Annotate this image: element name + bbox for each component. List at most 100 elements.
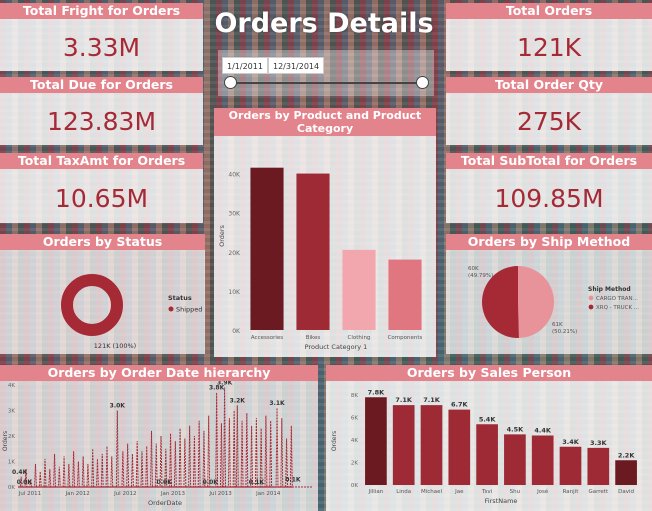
x-tick-label: Jan 2013: [160, 491, 186, 497]
chart-title: Orders by Status: [0, 234, 205, 250]
x-tick-label: Clothing: [348, 335, 371, 341]
bar-accessories: [250, 167, 284, 330]
data-label: 7.1K: [395, 396, 413, 404]
x-tick-label: Jul 2011: [18, 491, 41, 497]
ship-chart-panel: Orders by Ship Method 60K (49.79%) 61K (50.…: [446, 234, 652, 354]
kpi-value: 109.85M: [494, 184, 604, 213]
date-slicer: 1/1/2011 12/31/2014: [218, 50, 434, 96]
x-tick-label: José: [536, 488, 549, 495]
data-label: 7.8K: [368, 388, 386, 396]
x-tick-label: Jul 2013: [208, 491, 232, 497]
slider-track[interactable]: [230, 82, 422, 84]
x-axis-label: OrderDate: [148, 499, 182, 507]
kpi-card-freight: Total Fright for Orders 3.33M: [0, 3, 203, 71]
salesperson-chart-panel: Orders by Sales Person 0K 2K 4K 6K 8K 7.8K Jil…: [326, 365, 652, 511]
kpi-title: Total Orders: [446, 3, 652, 19]
x-tick-label: Components: [388, 335, 423, 341]
pie-slice-0: [518, 266, 555, 338]
slice-pct-label: (50.21%): [552, 329, 577, 335]
chart-title: Orders by Order Date hierarchy: [0, 365, 318, 381]
x-tick-label: Ranjit: [563, 489, 580, 495]
x-tick-label: Jul 2012: [113, 491, 136, 497]
product-bar-chart: 0K 10K 20K 30K 40K Accessories Bikes Clothing Co…: [218, 167, 423, 351]
data-label: 3.9K: [217, 381, 233, 387]
slider-end-handle[interactable]: [416, 76, 429, 89]
data-label: 0.0K: [157, 479, 173, 486]
data-label: 3.4K: [562, 438, 580, 446]
kpi-value: 121K: [516, 33, 582, 62]
data-label: 3.1K: [269, 400, 285, 407]
y-tick-label: 2K: [351, 461, 358, 467]
x-tick-label: Garrett: [588, 489, 608, 495]
y-tick-label: 8K: [351, 393, 358, 399]
x-tick-label: Jan 2014: [255, 491, 281, 497]
kpi-card-orders: Total Orders 121K: [446, 3, 652, 71]
x-axis-label: FirstName: [485, 497, 518, 505]
y-tick-label: 10K: [228, 289, 241, 296]
kpi-value: 123.83M: [46, 107, 157, 136]
legend-item: CARGO TRAN...: [596, 296, 638, 302]
date-chart-panel: Orders by Order Date hierarchy 0K 1K 2K 3K 4…: [0, 365, 318, 511]
data-label: 3.0K: [110, 403, 126, 410]
kpi-value: 3.33M: [62, 33, 141, 62]
x-tick-label: David: [618, 489, 634, 495]
bar-bikes: [296, 173, 330, 330]
bar-components: [388, 259, 422, 330]
legend-title: Ship Method: [588, 286, 631, 293]
bar-tsvi: [476, 424, 498, 485]
bar-michael: [420, 405, 443, 485]
chart-title: Orders by Sales Person: [326, 365, 652, 381]
slice-pct-label: (49.79%): [468, 273, 493, 279]
end-date-input[interactable]: 12/31/2014: [268, 57, 325, 74]
legend-swatch: [588, 295, 594, 301]
kpi-value: 275K: [516, 107, 582, 136]
y-tick-label: 0K: [8, 485, 15, 491]
bar-shu: [504, 434, 526, 485]
data-label: 0.1K: [285, 476, 301, 483]
x-tick-label: Bikes: [306, 335, 321, 341]
y-tick-label: 3K: [8, 409, 15, 415]
bar-linda: [392, 405, 415, 485]
y-tick-label: 30K: [228, 211, 241, 218]
y-tick-label: 4K: [351, 438, 358, 444]
status-chart-panel: Orders by Status 121K (100%) Status Shippe…: [0, 234, 205, 354]
data-label: 7.1K: [423, 396, 441, 404]
donut-slice-shipped: [61, 274, 123, 336]
chart-title: Orders by Product and Product Category: [214, 108, 436, 136]
x-tick-label: Tsvi: [481, 489, 493, 495]
y-axis-label: Orders: [331, 431, 338, 451]
slice-data-label: 121K (100%): [94, 342, 136, 350]
salesperson-bar-chart: 0K 2K 4K 6K 8K 7.8K Jillian 7.1K Linda 7.1K Michae…: [331, 388, 637, 505]
x-tick-label: Jillian: [368, 489, 384, 495]
status-donut-chart: 121K (100%) Status Shipped: [61, 274, 202, 350]
data-label: 0.0K: [203, 479, 219, 486]
chart-title: Orders by Ship Method: [446, 234, 652, 250]
x-tick-label: Linda: [396, 489, 411, 495]
ship-pie-chart: 60K(49.79%) 61K(50.21%) Ship Method CARGO T…: [468, 266, 639, 338]
x-axis-label: Product Category 1: [305, 343, 368, 351]
y-axis-label: Orders: [2, 431, 9, 451]
series-line: [18, 387, 312, 488]
bar-jillian: [365, 397, 387, 485]
x-tick-label: Michael: [421, 489, 443, 495]
y-tick-label: 4K: [8, 383, 15, 389]
bar-jae: [448, 409, 471, 485]
kpi-title: Total SubTotal for Orders: [446, 153, 652, 169]
kpi-title: Total Fright for Orders: [0, 3, 203, 19]
slider-start-handle[interactable]: [224, 76, 237, 89]
kpi-title: Total Order Qty: [446, 77, 652, 93]
y-tick-label: 20K: [228, 250, 241, 257]
data-label: 3.3K: [590, 439, 608, 447]
bar-josé: [531, 435, 554, 485]
data-label: 3.2K: [230, 397, 246, 404]
bar-garrett: [587, 447, 610, 485]
kpi-card-due: Total Due for Orders 123.83M: [0, 77, 203, 145]
data-label: 0.1K: [249, 479, 265, 486]
slice-value-label: 60K: [468, 266, 479, 272]
data-label: 0.0K: [17, 479, 33, 486]
x-tick-label: Shu: [510, 489, 520, 495]
bar-ranjit: [559, 446, 582, 485]
start-date-input[interactable]: 1/1/2011: [222, 57, 268, 74]
legend-item: XRQ - TRUCK ...: [596, 305, 639, 311]
y-tick-label: 0K: [351, 483, 358, 489]
